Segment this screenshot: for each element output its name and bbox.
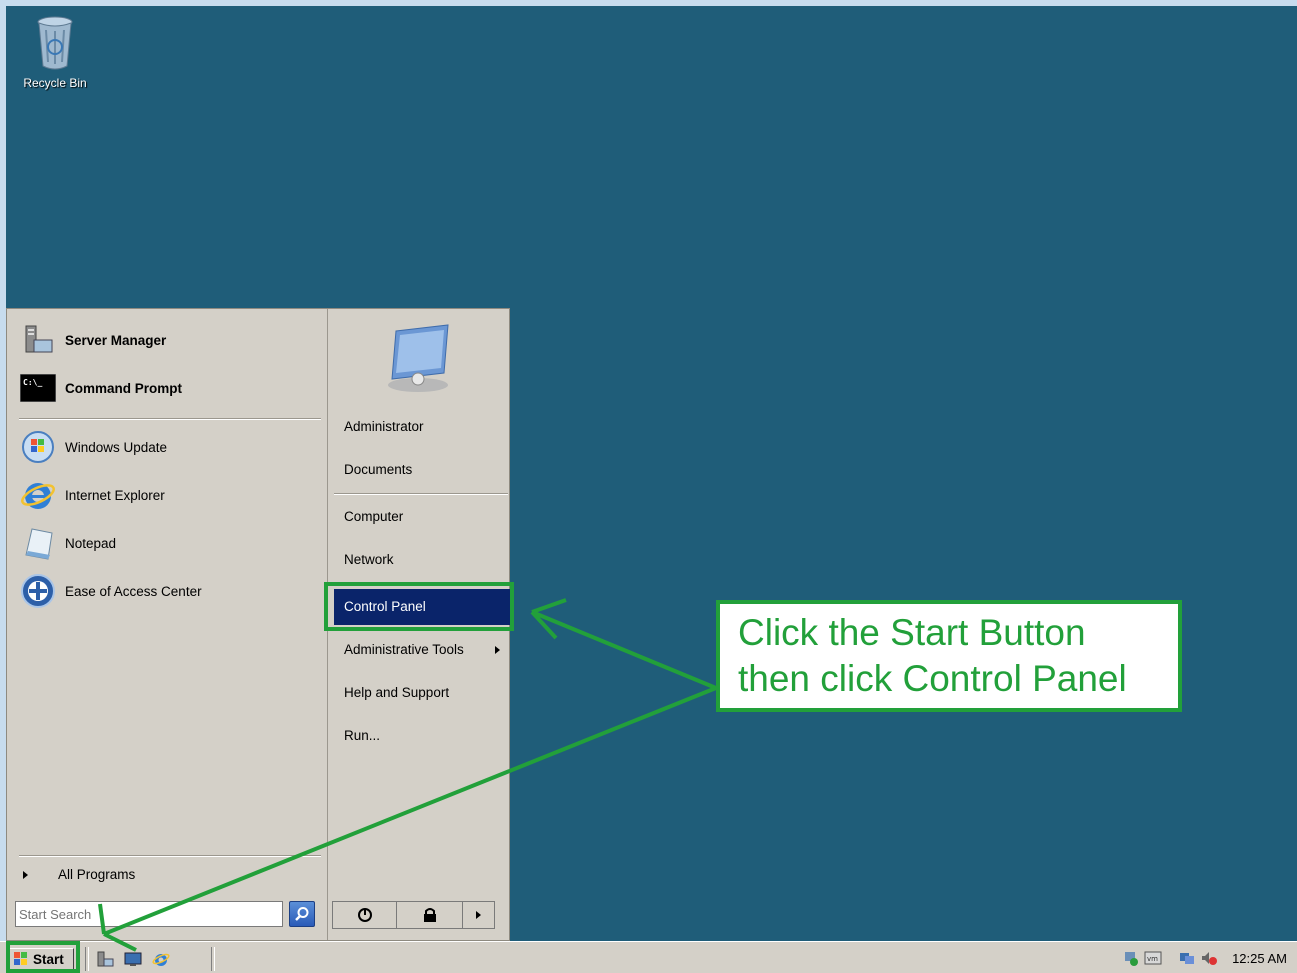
start-button-highlight — [6, 941, 80, 973]
arrow-right-icon — [23, 870, 28, 879]
menu-item-network[interactable]: Network — [334, 542, 510, 578]
all-programs-label: All Programs — [58, 867, 136, 882]
power-options-button[interactable] — [463, 902, 494, 928]
lock-button[interactable] — [397, 902, 463, 928]
power-icon — [357, 908, 372, 922]
menu-item-help-and-support[interactable]: Help and Support — [334, 675, 510, 711]
svg-text:C:\_: C:\_ — [23, 378, 42, 387]
server-manager-quicklaunch-icon[interactable] — [96, 951, 114, 967]
menu-item-label: Run... — [344, 728, 381, 743]
ease-of-access-icon — [19, 572, 57, 610]
command-prompt-icon: C:\_ — [19, 369, 57, 407]
menu-item-label: Network — [344, 552, 394, 567]
taskbar-divider — [211, 947, 215, 971]
notepad-icon — [19, 524, 57, 562]
internet-explorer-icon — [19, 476, 57, 514]
taskbar-divider — [85, 947, 89, 971]
menu-item-documents[interactable]: Documents — [334, 452, 510, 488]
volume-muted-icon[interactable] — [1200, 950, 1218, 966]
user-picture — [382, 323, 458, 400]
menu-item-computer[interactable]: Computer — [334, 499, 510, 535]
divider — [19, 855, 321, 857]
power-buttons — [332, 901, 495, 929]
divider — [19, 418, 321, 420]
start-search-input[interactable] — [15, 901, 283, 927]
shutdown-button[interactable] — [333, 902, 397, 928]
menu-item-notepad[interactable]: Notepad — [19, 523, 319, 563]
recycle-bin-icon — [37, 16, 73, 70]
callout-line-1: Click the Start Button — [738, 612, 1086, 653]
all-programs-button[interactable]: All Programs — [19, 867, 135, 882]
control-panel-highlight — [324, 582, 514, 631]
search-icon — [295, 907, 309, 921]
recycle-bin[interactable]: Recycle Bin — [20, 14, 90, 90]
menu-item-label: Windows Update — [65, 439, 168, 455]
menu-item-label: Help and Support — [344, 685, 450, 700]
menu-item-label: Internet Explorer — [65, 487, 165, 503]
system-tray: vm 12:25 AM — [1122, 946, 1297, 970]
search-button[interactable] — [289, 901, 315, 927]
menu-item-label: Administrator — [344, 419, 424, 434]
menu-item-run[interactable]: Run... — [334, 718, 510, 754]
menu-item-internet-explorer[interactable]: Internet Explorer — [19, 475, 319, 515]
show-desktop-icon[interactable] — [124, 951, 142, 967]
menu-item-server-manager[interactable]: Server Manager — [19, 320, 319, 360]
clock[interactable]: 12:25 AM — [1232, 951, 1287, 966]
menu-item-label: Notepad — [65, 535, 117, 551]
recycle-bin-label: Recycle Bin — [23, 76, 87, 90]
menu-item-label: Administrative Tools — [344, 642, 464, 657]
menu-item-label: Documents — [344, 462, 413, 477]
server-manager-icon — [19, 321, 57, 359]
internet-explorer-icon[interactable] — [152, 951, 170, 967]
user-picture-icon — [388, 324, 449, 392]
network-connection-icon[interactable] — [1178, 950, 1196, 966]
instruction-callout: Click the Start Button then click Contro… — [716, 600, 1182, 712]
vmware-tools-icon[interactable]: vm — [1144, 950, 1162, 966]
windows-update-icon — [19, 428, 57, 466]
arrow-right-icon — [476, 911, 481, 919]
divider — [334, 493, 508, 495]
menu-item-administrative-tools[interactable]: Administrative Tools — [334, 632, 510, 668]
menu-item-windows-update[interactable]: Windows Update — [19, 427, 319, 467]
taskbar: Start vm 12:25 AM — [0, 941, 1297, 973]
network-status-icon[interactable] — [1122, 950, 1140, 966]
menu-item-command-prompt[interactable]: C:\_ Command Prompt — [19, 368, 319, 408]
menu-item-label: Server Manager — [65, 332, 167, 348]
menu-item-label: Computer — [344, 509, 404, 524]
start-menu-left-pane: Server Manager C:\_ Command Prompt Windo… — [7, 309, 327, 940]
menu-item-label: Ease of Access Center — [65, 583, 202, 599]
svg-text:vm: vm — [1147, 955, 1158, 963]
lock-icon — [423, 908, 436, 922]
menu-item-ease-of-access[interactable]: Ease of Access Center — [19, 571, 319, 611]
callout-line-2: then click Control Panel — [738, 658, 1127, 699]
menu-item-administrator[interactable]: Administrator — [334, 409, 510, 445]
arrow-right-icon — [495, 646, 500, 654]
menu-item-label: Command Prompt — [65, 380, 183, 396]
